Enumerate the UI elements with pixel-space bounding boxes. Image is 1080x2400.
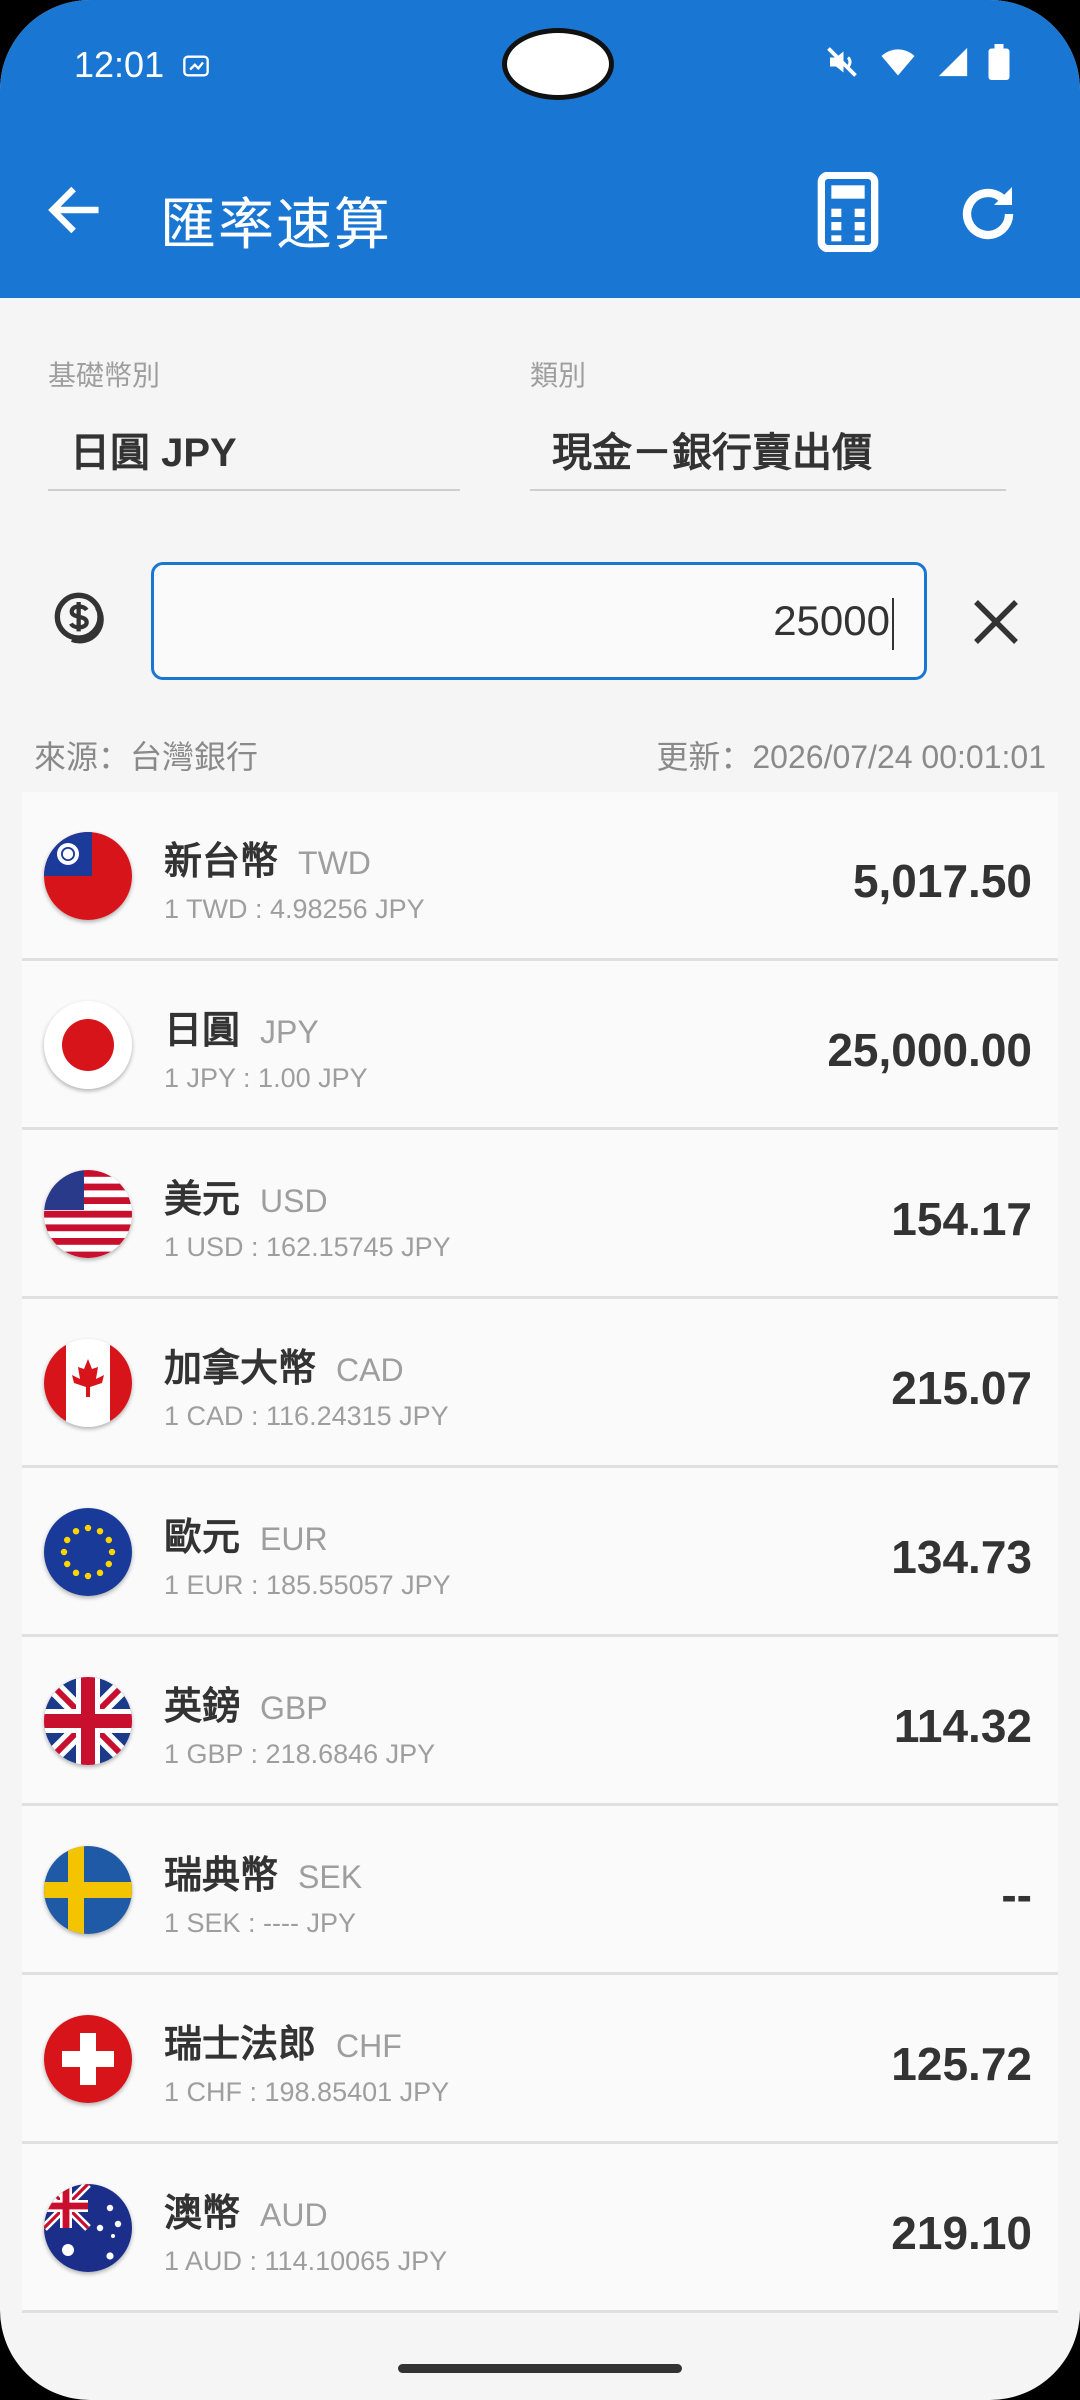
coins-icon: [54, 592, 104, 644]
currency-name: 新台幣: [164, 841, 279, 883]
currency-list: 新台幣 TWD 1 TWD : 4.98256 JPY 5,017.50 日圓 JP…: [22, 792, 1058, 2313]
exchange-rate: 1 AUD : 114.10065 JPY: [164, 2246, 448, 2276]
converted-value: 215.07: [891, 1362, 1032, 1414]
converted-value: 114.32: [893, 1700, 1032, 1752]
currency-name: 瑞士法郎: [164, 2024, 317, 2066]
amount-input-value: 25000: [773, 597, 890, 644]
currency-code: EUR: [260, 1521, 328, 1557]
refresh-icon[interactable]: [952, 178, 1024, 250]
currency-code: CAD: [336, 1352, 404, 1388]
updated-text: 更新：2026/07/24 00:01:01: [656, 739, 1046, 775]
converted-value: --: [1001, 1869, 1032, 1921]
back-arrow-icon[interactable]: [42, 178, 106, 242]
status-icons: [824, 44, 1010, 80]
canada-flag-icon: [44, 1339, 132, 1427]
currency-code: USD: [260, 1183, 328, 1219]
signal-icon: [938, 47, 968, 77]
home-indicator[interactable]: [398, 2364, 682, 2373]
australia-flag-icon: [44, 2184, 132, 2272]
uk-flag-icon: [44, 1677, 132, 1765]
converted-value: 219.10: [891, 2207, 1032, 2259]
currency-name: 加拿大幣: [164, 1348, 317, 1390]
converted-value: 154.17: [891, 1193, 1032, 1245]
currency-row-eur[interactable]: 歐元 EUR 1 EUR : 185.55057 JPY 134.73: [22, 1468, 1058, 1637]
category-underline: [530, 489, 1006, 491]
exchange-rate: 1 TWD : 4.98256 JPY: [164, 894, 425, 924]
converted-value: 134.73: [891, 1531, 1032, 1583]
currency-row-cad[interactable]: 加拿大幣 CAD 1 CAD : 116.24315 JPY 215.07: [22, 1299, 1058, 1468]
japan-flag-icon: [44, 1001, 132, 1089]
base-currency-underline: [48, 489, 460, 491]
phone-screen: 12:01 匯率速算 基礎幣別 日圓 JPY 類別 現金－銀行賣出價 25000…: [0, 0, 1080, 2400]
base-currency-label: 基礎幣別: [48, 360, 161, 391]
currency-name: 瑞典幣: [164, 1855, 279, 1897]
converted-value: 5,017.50: [852, 855, 1032, 907]
converted-value: 125.72: [891, 2038, 1032, 2090]
exchange-rate: 1 USD : 162.15745 JPY: [164, 1232, 451, 1262]
currency-row-twd[interactable]: 新台幣 TWD 1 TWD : 4.98256 JPY 5,017.50: [22, 792, 1058, 961]
sweden-flag-icon: [44, 1846, 132, 1934]
eu-flag-icon: [44, 1508, 132, 1596]
currency-code: GBP: [260, 1690, 328, 1726]
source-text: 來源：台灣銀行: [34, 739, 259, 775]
currency-code: CHF: [336, 2028, 402, 2064]
converted-value: 25,000.00: [827, 1024, 1032, 1076]
currency-row-usd[interactable]: 美元 USD 1 USD : 162.15745 JPY 154.17: [22, 1130, 1058, 1299]
category-select[interactable]: 現金－銀行賣出價: [552, 420, 872, 478]
currency-code: AUD: [260, 2197, 328, 2233]
mute-icon: [827, 47, 857, 77]
currency-code: JPY: [260, 1014, 319, 1050]
exchange-rate: 1 JPY : 1.00 JPY: [164, 1063, 368, 1093]
currency-name: 澳幣: [164, 2193, 241, 2235]
text-cursor: [892, 597, 894, 650]
clear-icon[interactable]: [966, 592, 1026, 652]
exchange-rate: 1 CHF : 198.85401 JPY: [164, 2077, 450, 2107]
currency-name: 美元: [164, 1179, 241, 1221]
app-bar: 12:01 匯率速算: [0, 0, 1080, 298]
camera-cutout: [502, 28, 614, 100]
wifi-icon: [881, 49, 915, 76]
taiwan-flag-icon: [44, 832, 132, 920]
calculator-icon[interactable]: [812, 172, 884, 252]
battery-icon: [988, 44, 1010, 80]
currency-name: 日圓: [164, 1010, 241, 1052]
currency-row-chf[interactable]: 瑞士法郎 CHF 1 CHF : 198.85401 JPY 125.72: [22, 1975, 1058, 2144]
usa-flag-icon: [44, 1170, 132, 1258]
exchange-rate: 1 GBP : 218.6846 JPY: [164, 1739, 436, 1769]
amount-input[interactable]: 25000: [151, 562, 927, 680]
category-label: 類別: [530, 360, 587, 391]
exchange-rate: 1 SEK : ---- JPY: [164, 1908, 357, 1938]
base-currency-select[interactable]: 日圓 JPY: [70, 420, 237, 478]
currency-row-gbp[interactable]: 英鎊 GBP 1 GBP : 218.6846 JPY 114.32: [22, 1637, 1058, 1806]
currency-row-sek[interactable]: 瑞典幣 SEK 1 SEK : ---- JPY --: [22, 1806, 1058, 1975]
switzerland-flag-icon: [44, 2015, 132, 2103]
exchange-rate: 1 EUR : 185.55057 JPY: [164, 1570, 451, 1600]
sync-status-icon: [183, 55, 209, 77]
currency-code: TWD: [298, 845, 371, 881]
currency-name: 歐元: [164, 1517, 241, 1559]
exchange-rate: 1 CAD : 116.24315 JPY: [164, 1401, 449, 1431]
currency-row-aud[interactable]: 澳幣 AUD 1 AUD : 114.10065 JPY 219.10: [22, 2144, 1058, 2313]
page-title: 匯率速算: [160, 193, 392, 256]
status-time: 12:01: [74, 44, 165, 85]
currency-row-jpy[interactable]: 日圓 JPY 1 JPY : 1.00 JPY 25,000.00: [22, 961, 1058, 1130]
currency-code: SEK: [298, 1859, 363, 1895]
currency-name: 英鎊: [164, 1686, 241, 1728]
